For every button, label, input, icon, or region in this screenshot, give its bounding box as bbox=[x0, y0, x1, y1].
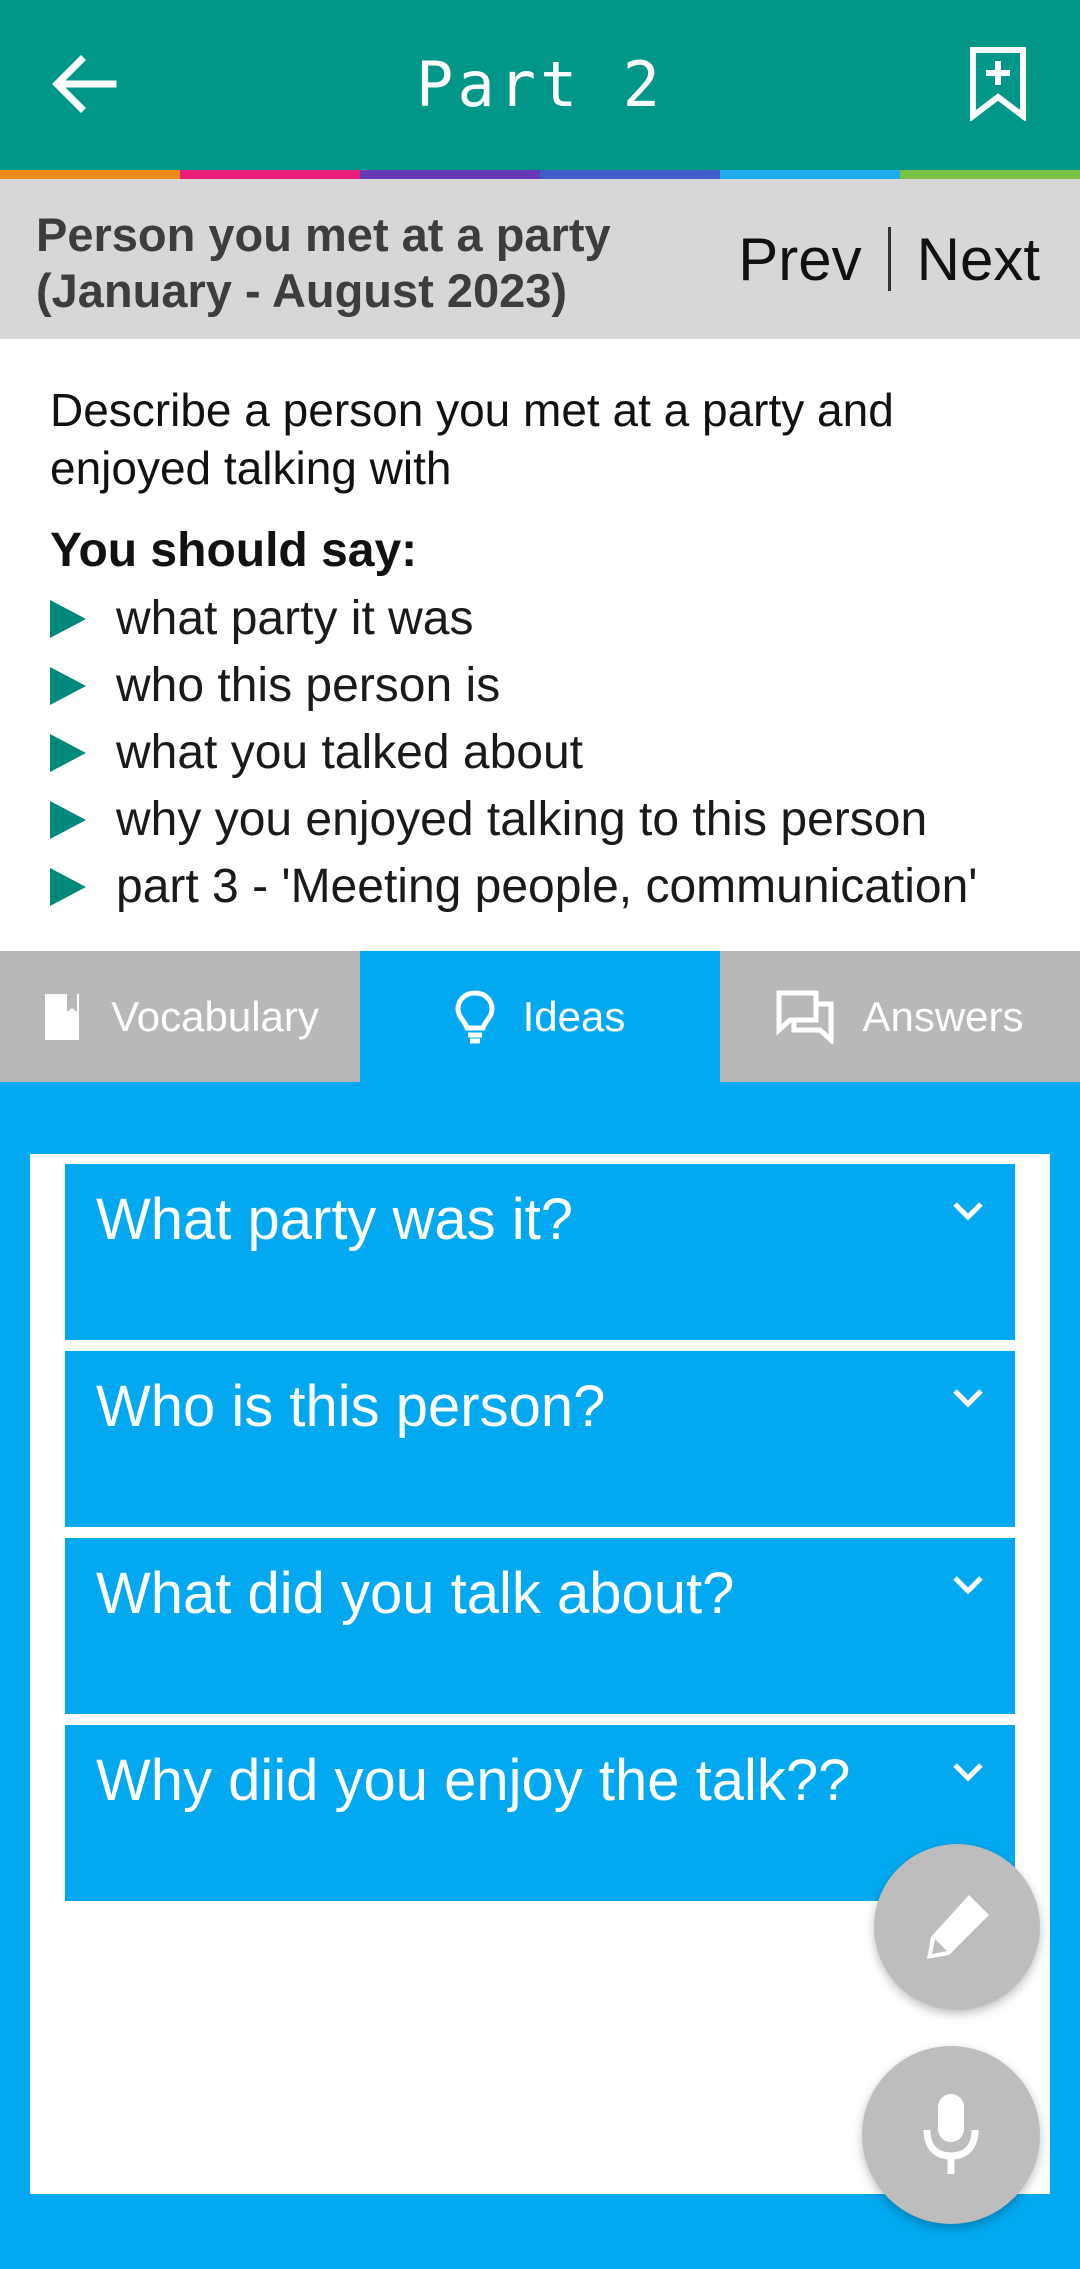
stripe-segment bbox=[0, 170, 180, 179]
pencil-icon bbox=[927, 1895, 989, 1959]
tab-label: Answers bbox=[862, 992, 1024, 1040]
list-item-text: who this person is bbox=[116, 659, 501, 712]
microphone-button[interactable] bbox=[862, 2046, 1040, 2224]
tab-vocabulary[interactable]: Vocabulary bbox=[0, 951, 360, 1082]
tab-label: Vocabulary bbox=[111, 992, 319, 1040]
stripe-segment bbox=[900, 170, 1080, 179]
page-title: Part 2 bbox=[416, 48, 664, 121]
bullet-list: what party it was who this person is wha… bbox=[50, 585, 977, 920]
tab-ideas[interactable]: Ideas bbox=[360, 951, 720, 1082]
accordion-question: Why diid you enjoy the talk?? bbox=[96, 1748, 851, 1813]
should-say-heading: You should say: bbox=[50, 524, 418, 577]
ideas-panel: What party was it? Who is this person? W… bbox=[30, 1154, 1050, 2194]
bookmark-plus-icon bbox=[970, 47, 1026, 121]
tab-answers[interactable]: Answers bbox=[720, 951, 1080, 1082]
stripe-segment bbox=[180, 170, 360, 179]
accordion-item[interactable]: Why diid you enjoy the talk?? bbox=[65, 1725, 1015, 1901]
list-item: who this person is bbox=[50, 652, 977, 719]
list-item-text: why you enjoyed talking to this person bbox=[116, 793, 928, 846]
list-item-text: part 3 - 'Meeting people, communication' bbox=[116, 860, 978, 913]
topic-name: Person you met at a party (January - Aug… bbox=[36, 208, 611, 317]
chevron-down-icon bbox=[953, 1576, 983, 1595]
task-description: Describe a person you met at a party and… bbox=[50, 384, 894, 494]
accordion-item[interactable]: Who is this person? bbox=[65, 1351, 1015, 1527]
stripe-segment bbox=[720, 170, 900, 179]
microphone-icon bbox=[923, 2094, 979, 2174]
bullet-triangle-icon bbox=[50, 733, 86, 772]
list-item: part 3 - 'Meeting people, communication' bbox=[50, 853, 977, 920]
book-icon bbox=[41, 992, 83, 1042]
list-item: why you enjoyed talking to this person bbox=[50, 786, 977, 853]
topic-header: Person you met at a party (January - Aug… bbox=[0, 179, 1080, 339]
chat-icon bbox=[776, 990, 834, 1044]
tab-bar: Vocabulary Ideas Answers bbox=[0, 951, 1080, 1082]
accordion-item[interactable]: What did you talk about? bbox=[65, 1538, 1015, 1714]
bookmark-button[interactable] bbox=[956, 38, 1040, 128]
next-button[interactable]: Next bbox=[917, 225, 1040, 294]
chevron-down-icon bbox=[953, 1389, 983, 1408]
bullet-triangle-icon bbox=[50, 599, 86, 638]
topic-nav: Prev Next bbox=[738, 225, 1040, 294]
accordion-item[interactable]: What party was it? bbox=[65, 1164, 1015, 1340]
nav-divider bbox=[887, 227, 891, 291]
list-item-text: what party it was bbox=[116, 592, 474, 645]
list-item-text: what you talked about bbox=[116, 726, 583, 779]
bullet-triangle-icon bbox=[50, 666, 86, 705]
prev-button[interactable]: Prev bbox=[738, 225, 861, 294]
list-item: what you talked about bbox=[50, 719, 977, 786]
bullet-triangle-icon bbox=[50, 800, 86, 839]
accordion-question: What did you talk about? bbox=[96, 1561, 735, 1626]
accordion-question: What party was it? bbox=[96, 1187, 574, 1252]
chevron-down-icon bbox=[953, 1202, 983, 1221]
stripe-segment bbox=[360, 170, 540, 179]
stripe-segment bbox=[540, 170, 720, 179]
chevron-down-icon bbox=[953, 1763, 983, 1782]
accordion-question: Who is this person? bbox=[96, 1374, 606, 1439]
bullet-triangle-icon bbox=[50, 867, 86, 906]
list-item: what party it was bbox=[50, 585, 977, 652]
lightbulb-icon bbox=[455, 989, 495, 1044]
color-stripe bbox=[0, 170, 1080, 179]
task-card: Describe a person you met at a party and… bbox=[0, 339, 1080, 951]
app-bar: Part 2 bbox=[0, 0, 1080, 170]
edit-button[interactable] bbox=[874, 1844, 1040, 2010]
tab-label: Ideas bbox=[522, 992, 626, 1040]
